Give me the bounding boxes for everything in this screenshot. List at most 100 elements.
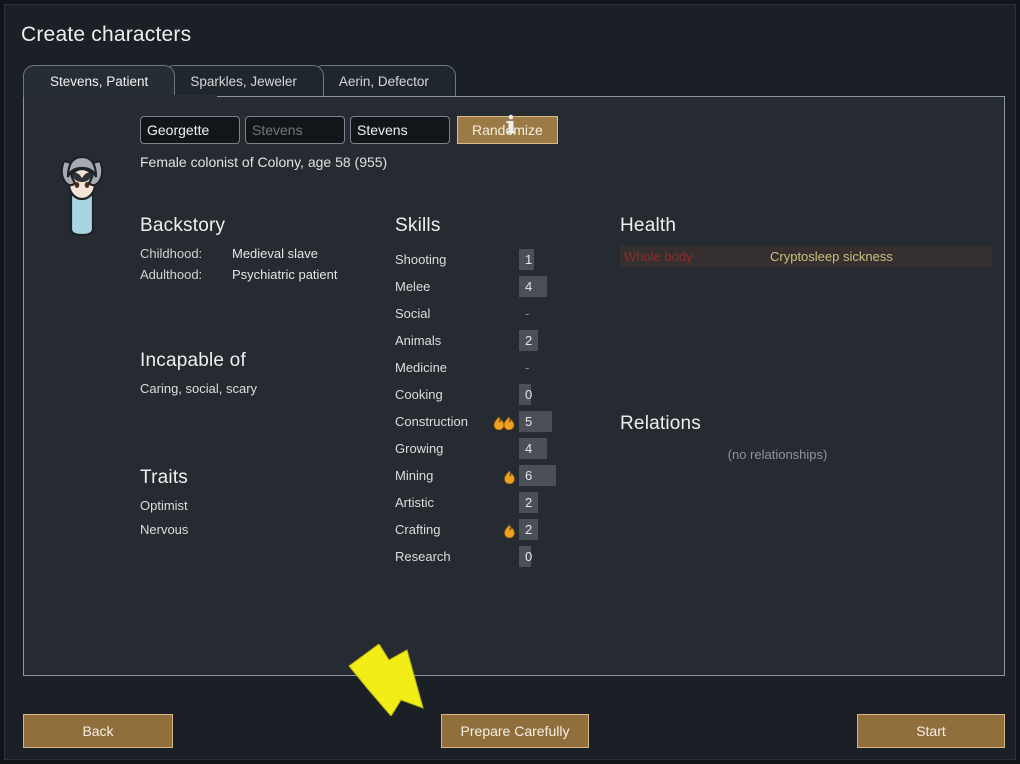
skill-name: Cooking xyxy=(395,387,443,402)
skill-value: - xyxy=(525,306,530,321)
pawn-subtitle: Female colonist of Colony, age 58 (955) xyxy=(140,154,388,170)
backstory-title: Backstory xyxy=(140,215,226,236)
skill-name: Medicine xyxy=(395,360,448,375)
skill-bar-wrap: 2 xyxy=(519,330,609,351)
skill-value: 0 xyxy=(525,549,533,564)
skill-row[interactable]: Construction 5 xyxy=(395,408,625,435)
backstory-value[interactable]: Psychiatric patient xyxy=(232,267,338,282)
skill-value: 4 xyxy=(525,441,533,456)
skill-name: Growing xyxy=(395,441,444,456)
nickname-input[interactable] xyxy=(245,116,345,144)
skill-bar-wrap: 4 xyxy=(519,276,609,297)
incapable-of-value: Caring, social, scary xyxy=(140,381,258,396)
skill-bar-wrap: 0 xyxy=(519,384,609,405)
relations-empty-text: (no relationships) xyxy=(727,447,828,462)
tab-label: Aerin, Defector xyxy=(338,74,429,89)
skill-bar-wrap: 4 xyxy=(519,438,609,459)
backstory-column: Backstory Childhood: Medieval slave Adul… xyxy=(140,215,390,546)
health-body-part: Whole body xyxy=(624,249,693,264)
skill-bar-wrap: 2 xyxy=(519,492,609,513)
backstory-row-adulthood: Adulthood: Psychiatric patient xyxy=(140,267,390,282)
skill-name: Construction xyxy=(395,414,468,429)
back-button[interactable]: Back xyxy=(23,714,173,748)
skill-name: Research xyxy=(395,549,451,564)
skill-bar-wrap: - xyxy=(519,357,609,378)
skill-name: Shooting xyxy=(395,252,447,267)
trait-item[interactable]: Nervous xyxy=(140,522,390,537)
trait-item[interactable]: Optimist xyxy=(140,498,390,513)
skill-bar-wrap: 1 xyxy=(519,249,609,270)
health-list: Whole body Cryptosleep sickness xyxy=(620,246,995,267)
name-row: Randomize xyxy=(140,116,558,144)
skill-bar-wrap: - xyxy=(519,303,609,324)
page-title: Create characters xyxy=(21,23,192,46)
prepare-carefully-button[interactable]: Prepare Carefully xyxy=(441,714,589,748)
backstory-value[interactable]: Medieval slave xyxy=(232,246,318,261)
character-tab-strip: Stevens, Patient Sparkles, Jeweler Aerin… xyxy=(23,65,456,97)
skill-row[interactable]: Medicine - xyxy=(395,354,625,381)
health-title: Health xyxy=(620,215,677,236)
skill-row[interactable]: Artistic 2 xyxy=(395,489,625,516)
skill-row[interactable]: Mining 6 xyxy=(395,462,625,489)
skill-row[interactable]: Shooting 1 xyxy=(395,246,625,273)
skill-row[interactable]: Crafting 2 xyxy=(395,516,625,543)
tab-label: Stevens, Patient xyxy=(50,74,149,89)
skill-name: Crafting xyxy=(395,522,441,537)
passion-minor-flame-icon xyxy=(491,468,519,484)
skill-value: 5 xyxy=(525,414,533,429)
skill-level-bar xyxy=(519,438,547,459)
skill-name: Mining xyxy=(395,468,434,483)
skill-value: 1 xyxy=(525,252,533,267)
create-characters-window: Create characters Stevens, Patient Spark… xyxy=(4,4,1016,760)
info-icon[interactable] xyxy=(502,111,520,139)
skill-row[interactable]: Cooking 0 xyxy=(395,381,625,408)
skill-name: Animals xyxy=(395,333,442,348)
skill-row[interactable]: Research 0 xyxy=(395,543,625,570)
passion-major-flame-icon xyxy=(491,414,519,430)
backstory-label: Childhood: xyxy=(140,246,203,261)
skill-value: 6 xyxy=(525,468,533,483)
active-tab-seam xyxy=(24,95,217,98)
skills-column: Skills Shooting 1 Melee 4 Social - Animals 2 Med… xyxy=(395,215,625,570)
start-button[interactable]: Start xyxy=(857,714,1005,748)
skills-title: Skills xyxy=(395,215,441,236)
passion-minor-flame-icon xyxy=(491,522,519,538)
skill-bar-wrap: 0 xyxy=(519,546,609,567)
health-row[interactable]: Whole body Cryptosleep sickness xyxy=(620,246,992,267)
skill-value: 0 xyxy=(525,387,533,402)
skill-bar-wrap: 2 xyxy=(519,519,609,540)
last-name-input[interactable] xyxy=(350,116,450,144)
pawn-portrait xyxy=(46,147,118,239)
skills-list: Shooting 1 Melee 4 Social - Animals 2 Medicine - C… xyxy=(395,246,625,570)
skill-row[interactable]: Growing 4 xyxy=(395,435,625,462)
skill-row[interactable]: Animals 2 xyxy=(395,327,625,354)
skill-row[interactable]: Social - xyxy=(395,300,625,327)
skill-name: Melee xyxy=(395,279,431,294)
backstory-label: Adulthood: xyxy=(140,267,203,282)
skill-value: 2 xyxy=(525,495,533,510)
first-name-input[interactable] xyxy=(140,116,240,144)
skill-level-bar xyxy=(519,411,552,432)
health-condition: Cryptosleep sickness xyxy=(770,249,893,264)
skill-name: Artistic xyxy=(395,495,434,510)
skill-value: - xyxy=(525,360,530,375)
traits-title: Traits xyxy=(140,467,188,488)
skill-name: Social xyxy=(395,306,431,321)
skill-bar-wrap: 5 xyxy=(519,411,609,432)
tab-aerin-defector[interactable]: Aerin, Defector xyxy=(311,65,456,97)
health-relations-column: Health Whole body Cryptosleep sickness R… xyxy=(620,215,995,462)
backstory-row-childhood: Childhood: Medieval slave xyxy=(140,246,390,261)
tab-stevens-patient[interactable]: Stevens, Patient xyxy=(23,65,176,97)
character-detail-panel: Randomize xyxy=(23,96,1005,676)
skill-level-bar xyxy=(519,276,547,297)
relations-title: Relations xyxy=(620,413,702,434)
tab-sparkles-jeweler[interactable]: Sparkles, Jeweler xyxy=(163,65,324,97)
skill-bar-wrap: 6 xyxy=(519,465,609,486)
tab-label: Sparkles, Jeweler xyxy=(190,74,297,89)
incapable-of-title: Incapable of xyxy=(140,350,246,371)
skill-value: 2 xyxy=(525,522,533,537)
skill-row[interactable]: Melee 4 xyxy=(395,273,625,300)
